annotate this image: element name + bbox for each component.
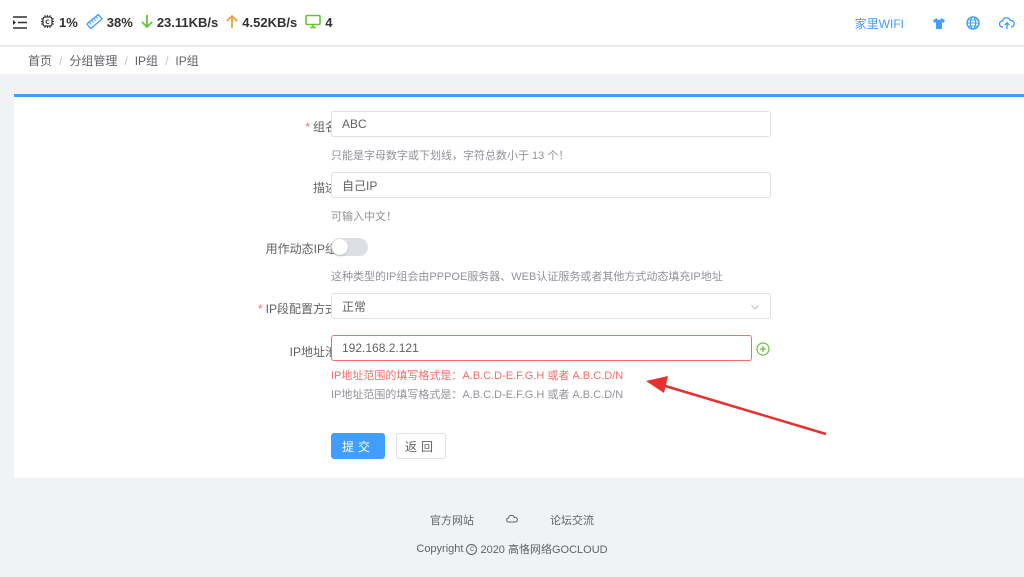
ip-pool-input[interactable]: 192.168.2.121 [331,335,752,361]
cloud-icon[interactable] [506,514,518,526]
svg-text:C: C [45,19,50,26]
memory-value: 38% [106,15,133,30]
breadcrumb-group-management[interactable]: 分组管理 [69,52,117,69]
cpu-value: 1% [59,15,78,30]
menu-toggle-icon[interactable] [0,0,40,46]
globe-icon[interactable] [956,16,990,30]
footer-links: 官方网站 论坛交流 [0,512,1024,528]
official-site-link[interactable]: 官方网站 [430,512,474,528]
memory-icon [86,13,107,33]
ip-pool-label: IP地址池 [289,345,337,359]
ip-pool-hint: IP地址范围的填写格式是：A.B.C.D-E.F.G.H 或者 A.B.C.D/… [331,389,624,401]
ip-pool-error: IP地址范围的填写格式是：A.B.C.D-E.F.G.H 或者 A.B.C.D/… [331,370,624,382]
group-name-hint: 只能是字母数字或下划线，字符总数小于 13 个！ [331,150,570,162]
forum-link[interactable]: 论坛交流 [550,512,594,528]
download-value: 23.11KB/s [156,15,219,30]
breadcrumb-home[interactable]: 首页 [28,52,52,69]
top-bar: C 1% 38% 23.11KB/s 4.52KB/s 4 家里WIFI [0,0,1024,46]
breadcrumb-current: IP组 [175,54,199,68]
tshirt-icon[interactable] [922,17,956,30]
dynamic-ip-label: 用作动态IP组 [265,242,337,256]
copyright-prefix: Copyright [416,543,464,555]
footer: 官方网站 论坛交流 Copyright c 2020 高恪网络GOCLOUD [0,512,1024,557]
back-button[interactable]: 返回 [396,433,446,459]
top-right-actions: 家里WIFI [855,0,1024,46]
cpu-icon: C [40,14,59,32]
monitor-icon [305,14,325,32]
upload-stat: 4.52KB/s [226,14,297,32]
download-arrow-icon [141,14,157,32]
ip-mode-label: * IP段配置方式 [257,302,337,316]
add-circle-icon[interactable] [756,342,770,356]
ip-mode-select[interactable]: 正常 [331,293,771,319]
cloud-upload-icon[interactable] [990,16,1024,30]
breadcrumb-separator: / [59,53,63,68]
chevron-down-icon [750,301,760,315]
upload-arrow-icon [226,14,242,32]
submit-button[interactable]: 提交 [331,433,385,459]
breadcrumb-separator: / [124,53,128,68]
form-card: * 组名 ABC 只能是字母数字或下划线，字符总数小于 13 个！ 描述 自己IP… [14,94,1024,478]
download-stat: 23.11KB/s [141,14,218,32]
dynamic-ip-hint: 这种类型的IP组会由PPPOE服务器、WEB认证服务或者其他方式动态填充IP地址 [331,271,723,283]
copyright: Copyright c 2020 高恪网络GOCLOUD [0,541,1024,557]
dynamic-ip-toggle[interactable] [331,238,368,256]
devices-value: 4 [325,15,333,30]
wifi-name-link[interactable]: 家里WIFI [855,15,904,32]
breadcrumb-ip-group[interactable]: IP组 [135,52,158,69]
upload-value: 4.52KB/s [242,15,298,30]
copyright-suffix: 2020 高恪网络GOCLOUD [480,544,608,556]
copyright-icon: c [466,543,478,555]
ip-mode-value: 正常 [342,299,367,314]
cpu-stat: C 1% [40,14,78,32]
breadcrumb: 首页 / 分组管理 / IP组 / IP组 [0,47,1024,74]
group-name-input[interactable]: ABC [331,111,771,137]
memory-stat: 38% [86,13,133,33]
system-stats: C 1% 38% 23.11KB/s 4.52KB/s 4 [40,13,340,33]
description-hint: 可输入中文！ [331,211,397,223]
devices-stat: 4 [305,14,332,32]
toggle-knob [332,239,348,255]
breadcrumb-separator: / [165,53,169,68]
description-input[interactable]: 自己IP [331,172,771,198]
